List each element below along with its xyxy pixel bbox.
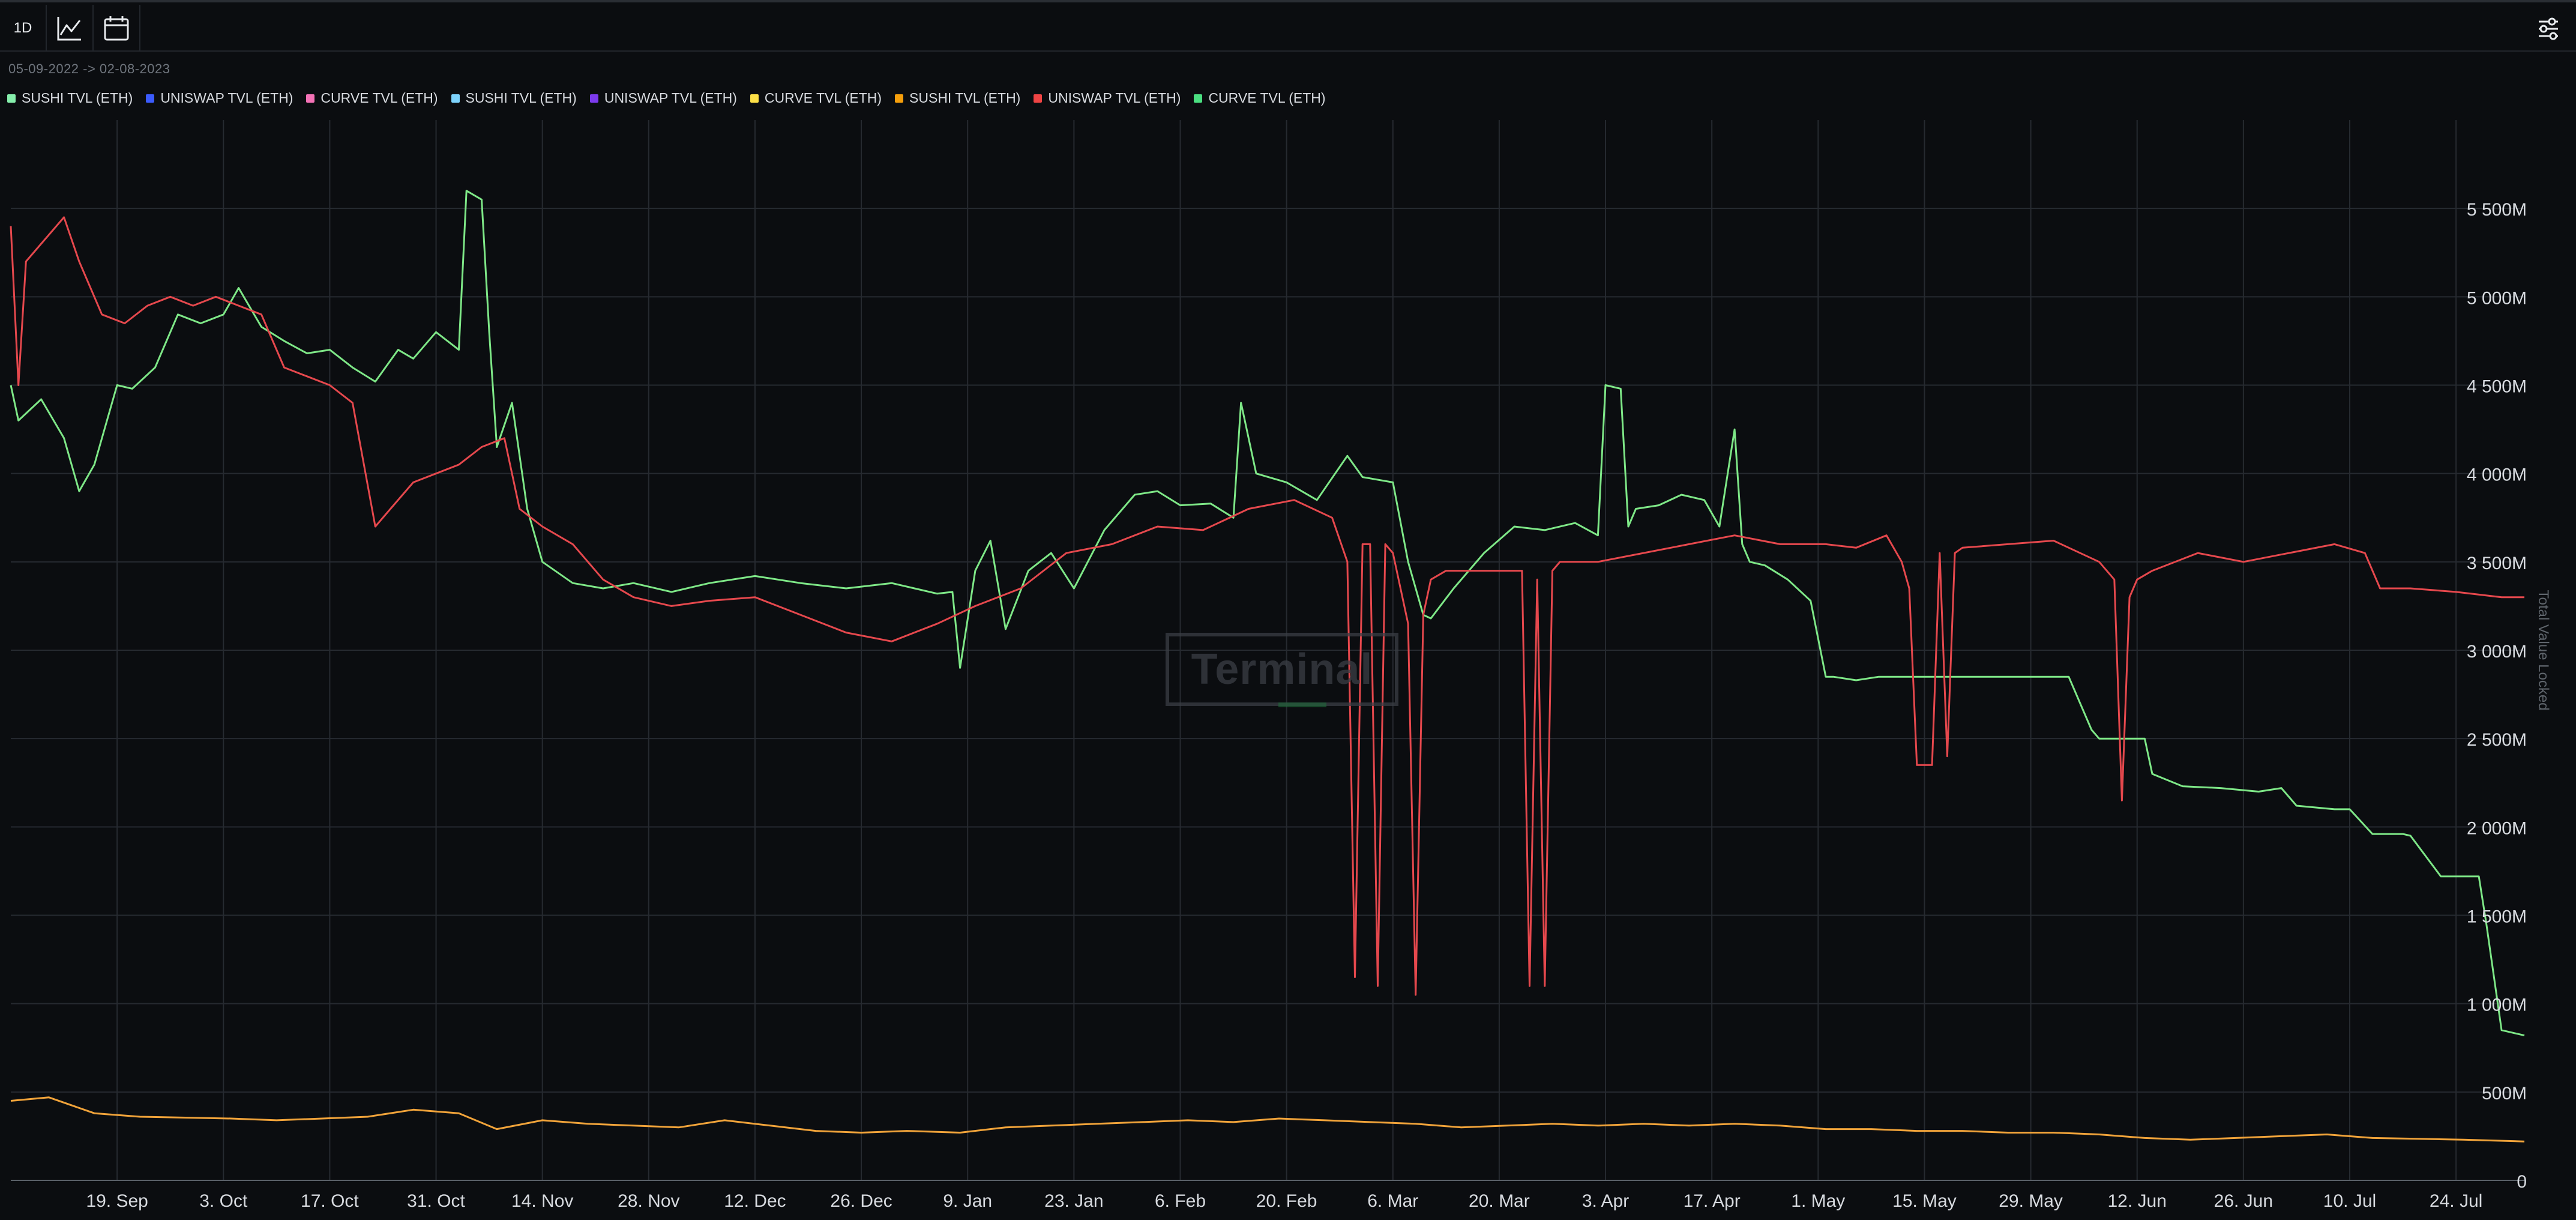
x-tick-label: 3. Apr [1582, 1191, 1629, 1211]
x-tick-label: 29. May [1999, 1191, 2063, 1211]
x-tick-label: 26. Jun [2214, 1191, 2273, 1211]
x-tick-label: 28. Nov [618, 1191, 679, 1211]
x-tick-label: 20. Mar [1469, 1191, 1530, 1211]
x-tick-label: 20. Feb [1256, 1191, 1317, 1211]
x-axis-ticks: 19. Sep 3. Oct 17. Oct 31. Oct 14. Nov 28. No… [86, 1191, 2482, 1211]
x-tick-label: 17. Oct [301, 1191, 359, 1211]
y-tick-label: 1 000M [2467, 995, 2527, 1015]
y-tick-label: 1 500M [2467, 907, 2527, 927]
x-tick-label: 15. May [1892, 1191, 1957, 1211]
y-tick-label: 4 000M [2467, 465, 2527, 485]
chart-app: 1D 05-09-2022 -> 02-08-2023 SUSHI TVL (E… [0, 0, 2576, 1220]
series-line-0 [10, 190, 2525, 1037]
watermark-text: Terminal [1191, 645, 1373, 693]
x-tick-label: 6. Feb [1155, 1191, 1206, 1211]
terminal-watermark: Terminal [1166, 633, 1398, 706]
series-line-2 [10, 1096, 2525, 1143]
y-tick-label: 5 500M [2467, 200, 2527, 220]
x-tick-label: 14. Nov [511, 1191, 573, 1211]
x-tick-label: 17. Apr [1684, 1191, 1741, 1211]
x-tick-label: 9. Jan [943, 1191, 992, 1211]
x-tick-label: 3. Oct [199, 1191, 248, 1211]
x-tick-label: 10. Jul [2323, 1191, 2376, 1211]
y-tick-label: 3 500M [2467, 554, 2527, 573]
y-tick-label: 0 [2517, 1172, 2527, 1192]
y-axis-ticks: 0 500M 1 000M 1 500M 2 000M 2 500M 3 000M 3 500… [2467, 200, 2527, 1192]
x-tick-label: 23. Jan [1044, 1191, 1103, 1211]
x-tick-label: 6. Mar [1367, 1191, 1418, 1211]
y-axis-title: Total Value Locked [2535, 590, 2551, 710]
y-tick-label: 4 500M [2467, 377, 2527, 397]
x-tick-label: 31. Oct [407, 1191, 465, 1211]
tvl-line-chart: 19. Sep 3. Oct 17. Oct 31. Oct 14. Nov 28. No… [10, 120, 2551, 1211]
y-tick-label: 2 000M [2467, 818, 2527, 838]
x-tick-label: 26. Dec [830, 1191, 892, 1211]
y-tick-label: 500M [2482, 1084, 2527, 1104]
x-tick-label: 19. Sep [86, 1191, 148, 1211]
y-tick-label: 3 000M [2467, 642, 2527, 662]
series-line-1 [10, 216, 2524, 996]
y-tick-label: 5 000M [2467, 288, 2527, 308]
x-tick-label: 1. May [1791, 1191, 1845, 1211]
x-tick-label: 24. Jul [2430, 1191, 2482, 1211]
x-tick-label: 12. Jun [2108, 1191, 2167, 1211]
watermark-underline [1278, 702, 1326, 707]
x-tick-label: 12. Dec [724, 1191, 786, 1211]
y-tick-label: 2 500M [2467, 730, 2527, 750]
